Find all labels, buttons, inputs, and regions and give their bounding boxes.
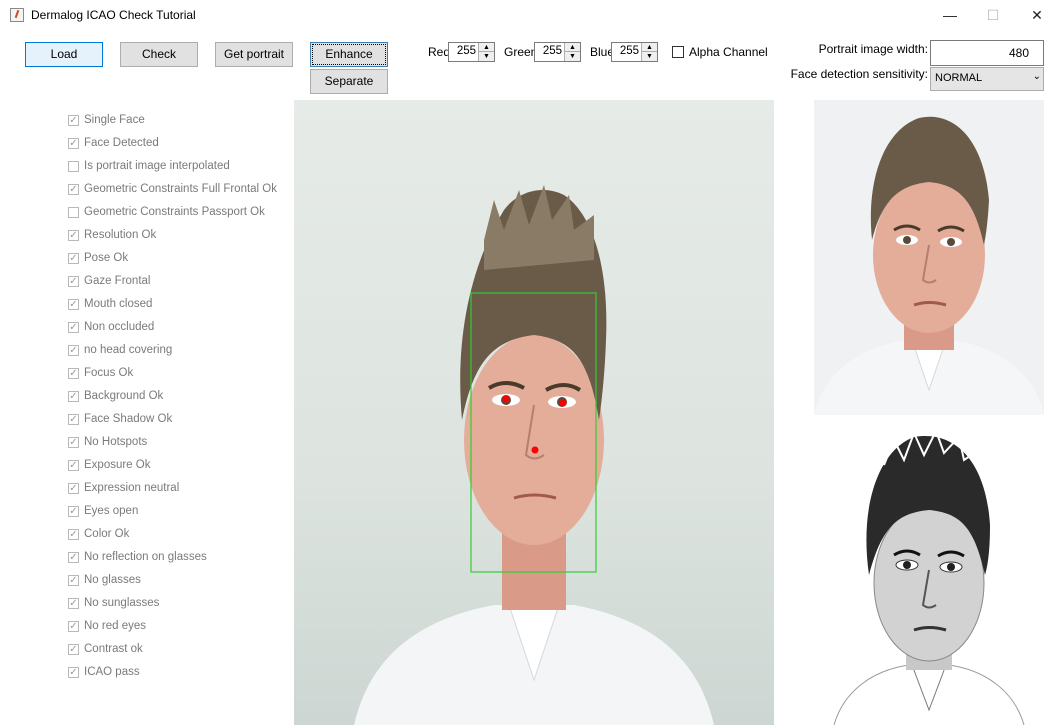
checkmark-icon: ✓ [68,598,79,609]
unchecked-box-icon [68,161,79,172]
check-item-label: Face Shadow Ok [84,413,173,425]
checkmark-icon: ✓ [68,253,79,264]
window-title: Dermalog ICAO Check Tutorial [31,8,196,22]
right-eye-landmark [559,399,567,407]
blue-spinner[interactable]: 255 ▲ ▼ [611,42,658,62]
checkmark-icon: ✓ [68,138,79,149]
check-item-label: No Hotspots [84,436,148,448]
checkmark-icon: ✓ [68,115,79,126]
checkmark-icon: ✓ [68,621,79,632]
minimize-button[interactable]: — [935,4,965,26]
portrait-image [814,100,1044,415]
java-app-icon [10,8,24,22]
check-item-label: ICAO pass [84,666,140,678]
check-item-label: Face Detected [84,137,159,149]
input-photo-illustration [354,185,714,725]
check-item-label: Geometric Constraints Full Frontal Ok [84,183,278,195]
check-item-label: Eyes open [84,505,139,517]
checkmark-icon: ✓ [68,529,79,540]
check-item-label: no head covering [84,344,173,356]
check-item-label: No glasses [84,574,141,586]
checkmark-icon: ✓ [68,506,79,517]
check-item-label: Focus Ok [84,367,134,379]
checkmark-icon: ✓ [68,391,79,402]
checkmark-icon: ✓ [68,276,79,287]
checkmark-icon: ✓ [68,575,79,586]
alpha-channel-checkbox[interactable] [672,46,684,58]
checkmark-icon: ✓ [68,184,79,195]
check-item-label: Background Ok [84,390,164,402]
check-item-label: Is portrait image interpolated [84,160,230,172]
get-portrait-button[interactable]: Get portrait [215,42,293,67]
input-photo [294,100,774,725]
check-item-label: No reflection on glasses [84,551,207,563]
check-item-label: Single Face [84,114,145,126]
sensitivity-label: Face detection sensitivity: [790,67,928,81]
left-eye-landmark [502,395,510,403]
sensitivity-select[interactable]: NORMAL ⌄ [930,67,1044,91]
checkmark-icon: ✓ [68,414,79,425]
checkmark-icon: ✓ [68,322,79,333]
portrait-width-label: Portrait image width: [818,42,928,56]
green-value: 255 [542,45,562,57]
red-spinner[interactable]: 255 ▲ ▼ [448,42,495,62]
checkmark-icon: ✓ [68,667,79,678]
enhanced-illustration [833,428,1025,725]
unchecked-box-icon [68,207,79,218]
chevron-down-icon: ⌄ [1032,71,1041,82]
checkmark-icon: ✓ [68,552,79,563]
enhance-button[interactable]: Enhance [310,42,388,67]
check-button[interactable]: Check [120,42,198,67]
check-item-label: No sunglasses [84,597,160,609]
checkmark-icon: ✓ [68,437,79,448]
checkmark-icon: ✓ [68,230,79,241]
check-item-label: Contrast ok [84,643,143,655]
check-item-label: Geometric Constraints Passport Ok [84,206,265,218]
checkmark-icon: ✓ [68,460,79,471]
check-item-label: Non occluded [84,321,155,333]
nose-landmark [531,446,539,454]
blue-value: 255 [619,45,639,57]
check-item-label: Gaze Frontal [84,275,151,287]
red-label: Red [428,45,451,59]
check-item-label: Resolution Ok [84,229,157,241]
separate-button[interactable]: Separate [310,69,388,94]
check-item-label: Expression neutral [84,482,180,494]
green-label: Green [504,45,538,59]
spinner-down-icon[interactable]: ▼ [479,52,494,61]
checkmark-icon: ✓ [68,644,79,655]
sensitivity-value: NORMAL [935,72,983,84]
maximize-button[interactable]: ☐ [978,4,1008,26]
title-bar: Dermalog ICAO Check Tutorial — ☐ ✕ [0,0,1044,32]
green-spinner[interactable]: 255 ▲ ▼ [534,42,581,62]
load-button[interactable]: Load [25,42,103,67]
portrait-width-input[interactable]: 480 [930,40,1044,66]
close-button[interactable]: ✕ [1022,4,1044,26]
checkmark-icon: ✓ [68,299,79,310]
check-item-label: Color Ok [84,528,130,540]
spinner-up-icon[interactable]: ▲ [565,43,580,52]
alpha-channel-label: Alpha Channel [689,45,768,59]
enhanced-image [814,425,1044,725]
spinner-up-icon[interactable]: ▲ [479,43,494,52]
checkmark-icon: ✓ [68,368,79,379]
portrait-width-value: 480 [1008,46,1029,60]
checkmark-icon: ✓ [68,345,79,356]
spinner-down-icon[interactable]: ▼ [642,52,657,61]
check-item-label: Pose Ok [84,252,129,264]
check-item-label: No red eyes [84,620,147,632]
spinner-up-icon[interactable]: ▲ [642,43,657,52]
spinner-down-icon[interactable]: ▼ [565,52,580,61]
portrait-illustration [814,116,1044,415]
check-item-label: Mouth closed [84,298,153,310]
red-value: 255 [456,45,476,57]
checkmark-icon: ✓ [68,483,79,494]
check-item-label: Exposure Ok [84,459,151,471]
